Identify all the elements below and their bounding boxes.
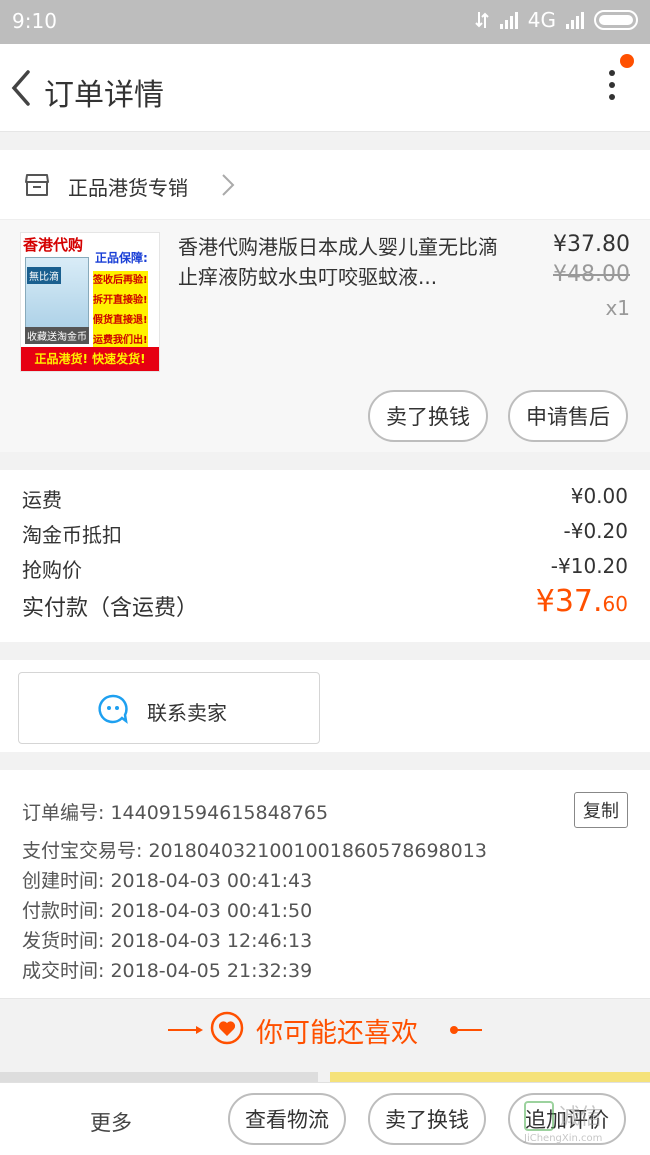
fee-row-shipping: 运费 ¥0.00: [22, 484, 628, 513]
bottom-action-bar: 更多 查看物流 卖了换钱 追加评价 诚信 JiChengXin.com: [0, 1082, 650, 1155]
divider-line-left: [168, 1029, 198, 1031]
total-paid-cents: 60: [602, 592, 628, 616]
apply-after-sale-button[interactable]: 申请售后: [508, 390, 628, 442]
shop-name: 正品港货专销: [68, 176, 188, 200]
product-quantity: x1: [605, 296, 630, 320]
back-arrow-icon[interactable]: [8, 66, 36, 110]
total-paid-main: ¥37.: [535, 584, 603, 619]
order-item: 香港代购 無比滴 正品保障: 签收后再验! 拆开直接验! 假货直接退! 运费我们…: [0, 220, 650, 452]
fee-value: -¥10.20: [550, 554, 628, 578]
thumb-collect-tag: 收藏送淘金币: [25, 327, 89, 344]
thumb-box-label: 無比滴: [27, 267, 61, 284]
recommend-header: 你可能还喜欢: [0, 998, 650, 1062]
fee-row-coin-deduction: 淘金币抵扣 -¥0.20: [22, 519, 628, 548]
copy-button[interactable]: 复制: [574, 792, 628, 828]
thumb-header-text: 香港代购: [23, 236, 84, 254]
product-thumbnail[interactable]: 香港代购 無比滴 正品保障: 签收后再验! 拆开直接验! 假货直接退! 运费我们…: [20, 232, 160, 372]
total-paid-label: 实付款（含运费）: [22, 596, 199, 621]
watermark-logo-icon: [524, 1101, 554, 1131]
status-time: 9:10: [12, 9, 57, 33]
recommend-item-peek[interactable]: [0, 1072, 318, 1082]
divider-line-right: [452, 1029, 482, 1031]
completed-time: 成交时间: 2018-04-05 21:32:39: [22, 960, 313, 982]
recommend-title: 你可能还喜欢: [256, 1018, 418, 1049]
fee-summary: 运费 ¥0.00 淘金币抵扣 -¥0.20 抢购价 -¥10.20 实付款（含运…: [0, 470, 650, 642]
fee-label: 抢购价: [22, 558, 82, 582]
thumb-guarantee-lines: 签收后再验! 拆开直接验! 假货直接退! 运费我们出!: [93, 271, 148, 351]
signal-icon: [499, 11, 518, 29]
divider-arrow-left: [196, 1026, 203, 1034]
heart-icon: [210, 1011, 244, 1045]
fee-label: 淘金币抵扣: [22, 523, 122, 547]
total-paid-amount: ¥37.60: [536, 584, 628, 619]
page-title: 订单详情: [44, 78, 164, 113]
fee-row-flash-price: 抢购价 -¥10.20: [22, 554, 628, 583]
chevron-right-icon: [222, 174, 235, 196]
fee-value: ¥0.00: [570, 484, 628, 508]
more-options-icon[interactable]: [604, 70, 620, 106]
shop-bar[interactable]: 正品港货专销: [0, 150, 650, 220]
shop-icon: [25, 174, 49, 196]
watermark-url: JiChengXin.com: [524, 1133, 603, 1144]
thumb-guarantee: 正品保障:: [95, 251, 148, 265]
recommend-item-peek[interactable]: [330, 1072, 650, 1082]
chat-face-icon: [98, 694, 128, 724]
notification-dot: [620, 54, 634, 68]
view-logistics-button[interactable]: 查看物流: [228, 1093, 346, 1145]
original-price: ¥48.00: [553, 262, 630, 287]
status-bar: 9:10 4G: [0, 0, 650, 44]
network-type: 4G: [527, 8, 556, 32]
battery-icon: [594, 10, 638, 30]
sell-for-cash-button-bottom[interactable]: 卖了换钱: [368, 1093, 486, 1145]
fee-label: 运费: [22, 488, 62, 512]
product-price: ¥37.80: [553, 232, 630, 257]
sell-for-cash-button[interactable]: 卖了换钱: [368, 390, 488, 442]
status-icons: 4G: [474, 8, 638, 32]
fee-value: -¥0.20: [563, 519, 628, 543]
contact-seller-label: 联系卖家: [147, 701, 227, 725]
order-info: 订单编号: 144091594615848765 复制 支付宝交易号: 2018…: [0, 770, 650, 998]
shipped-time: 发货时间: 2018-04-03 12:46:13: [22, 930, 313, 952]
paid-time: 付款时间: 2018-04-03 00:41:50: [22, 900, 313, 922]
product-title[interactable]: 香港代购港版日本成人婴儿童无比滴止痒液防蚊水虫叮咬驱蚊液...: [178, 232, 508, 292]
thumb-footer: 正品港货! 快速发货!: [21, 347, 159, 371]
total-paid-row: 实付款（含运费） ¥37.60: [22, 584, 628, 622]
thumb-line: 假货直接退!: [93, 315, 148, 326]
data-transfer-icon: [475, 12, 489, 28]
signal-icon-2: [566, 11, 584, 29]
thumb-line: 拆开直接验!: [93, 295, 148, 306]
contact-seller-button[interactable]: 联系卖家: [18, 672, 320, 744]
alipay-trade-number: 支付宝交易号: 2018040321001001860578698013: [22, 840, 487, 862]
created-time: 创建时间: 2018-04-03 00:41:43: [22, 870, 313, 892]
thumb-line: 签收后再验!: [93, 275, 148, 286]
contact-section: 联系卖家: [0, 660, 650, 752]
order-number: 订单编号: 144091594615848765: [22, 802, 329, 824]
page-header: 订单详情: [0, 44, 650, 132]
watermark: 诚信 JiChengXin.com: [524, 1099, 644, 1149]
more-button[interactable]: 更多: [90, 1107, 132, 1137]
watermark-text: 诚信: [558, 1105, 603, 1130]
